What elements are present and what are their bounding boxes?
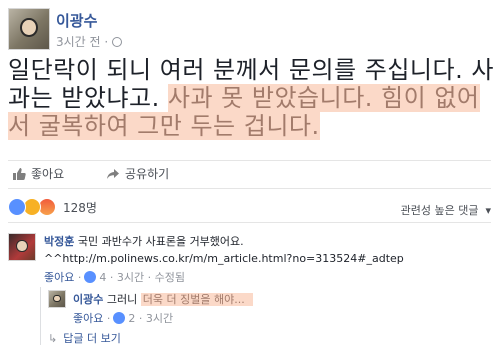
avatar-face xyxy=(53,294,61,303)
reply-like-count[interactable]: 2 xyxy=(128,312,135,325)
post-timestamp[interactable]: 3시간 전 · xyxy=(56,33,123,50)
reply-author[interactable]: 이광수 xyxy=(73,293,103,306)
like-reaction-icon xyxy=(8,198,26,216)
more-replies-link[interactable]: ↳ 답글 더 보기 xyxy=(48,330,121,346)
comment-sort-label: 관련성 높은 댓글 xyxy=(400,204,479,217)
post-author-name[interactable]: 이광수 xyxy=(56,10,97,31)
action-bar-divider-top xyxy=(8,160,491,161)
reply-thread-line xyxy=(40,287,41,345)
reply-text-plain: 그러니 xyxy=(106,293,138,306)
globe-icon xyxy=(112,37,123,47)
post-author-avatar[interactable] xyxy=(8,8,50,50)
comments-divider xyxy=(8,222,491,223)
comment-meta: 좋아요 · 4 · 3시간 · 수정됨 xyxy=(44,269,185,285)
comment-sort-dropdown[interactable]: 관련성 높은 댓글 ▾ xyxy=(401,202,491,218)
more-replies-label: 답글 더 보기 xyxy=(63,332,121,345)
comment-like-count[interactable]: 4 xyxy=(99,271,106,284)
reply-meta: 좋아요 · 2 · 3시간 xyxy=(73,310,174,326)
reaction-count: 128명 xyxy=(63,200,97,215)
mini-like-icon xyxy=(84,271,97,283)
reaction-summary[interactable]: 128명 xyxy=(8,198,97,216)
share-button[interactable]: 공유하기 xyxy=(106,165,169,182)
comment-link[interactable]: ^^http://m.polinews.co.kr/m/m_article.ht… xyxy=(44,251,494,267)
share-button-label: 공유하기 xyxy=(125,167,170,181)
reply-content: 이광수 그러니 더욱 더 징벌을 해야... xyxy=(73,292,493,308)
reply-time[interactable]: 3시간 xyxy=(146,310,173,326)
comment-avatar[interactable] xyxy=(8,233,36,261)
reply-like-button[interactable]: 좋아요 xyxy=(73,310,103,326)
action-bar-divider-bottom xyxy=(8,188,491,189)
avatar-face xyxy=(16,239,28,253)
comment-text: 국민 과반수가 사표론을 거부했어요. xyxy=(77,235,244,248)
comment-time[interactable]: 3시간 xyxy=(117,269,144,285)
post-time[interactable]: 3시간 전 · xyxy=(56,35,108,49)
comment-like-button[interactable]: 좋아요 xyxy=(44,269,74,285)
thumbs-up-icon xyxy=(13,167,26,180)
like-button-label: 좋아요 xyxy=(31,167,65,181)
comment-edited-label[interactable]: 수정됨 xyxy=(155,269,185,285)
comment-content: 박정훈 국민 과반수가 사표론을 거부했어요. xyxy=(44,234,494,250)
reply-avatar[interactable] xyxy=(48,290,66,308)
like-button[interactable]: 좋아요 xyxy=(12,165,64,182)
reply-arrow-icon: ↳ xyxy=(48,331,58,345)
chevron-down-icon: ▾ xyxy=(481,204,491,217)
post-body: 일단락이 되니 여러 분께서 문의를 주십니다. 사과는 받았냐고. 사과 못 … xyxy=(8,56,496,140)
mini-like-icon xyxy=(113,312,126,324)
share-icon xyxy=(107,168,119,179)
reply-text-highlight: 더욱 더 징벌을 해야... xyxy=(140,293,253,306)
comment-author[interactable]: 박정훈 xyxy=(44,235,74,248)
avatar-face xyxy=(20,17,38,37)
